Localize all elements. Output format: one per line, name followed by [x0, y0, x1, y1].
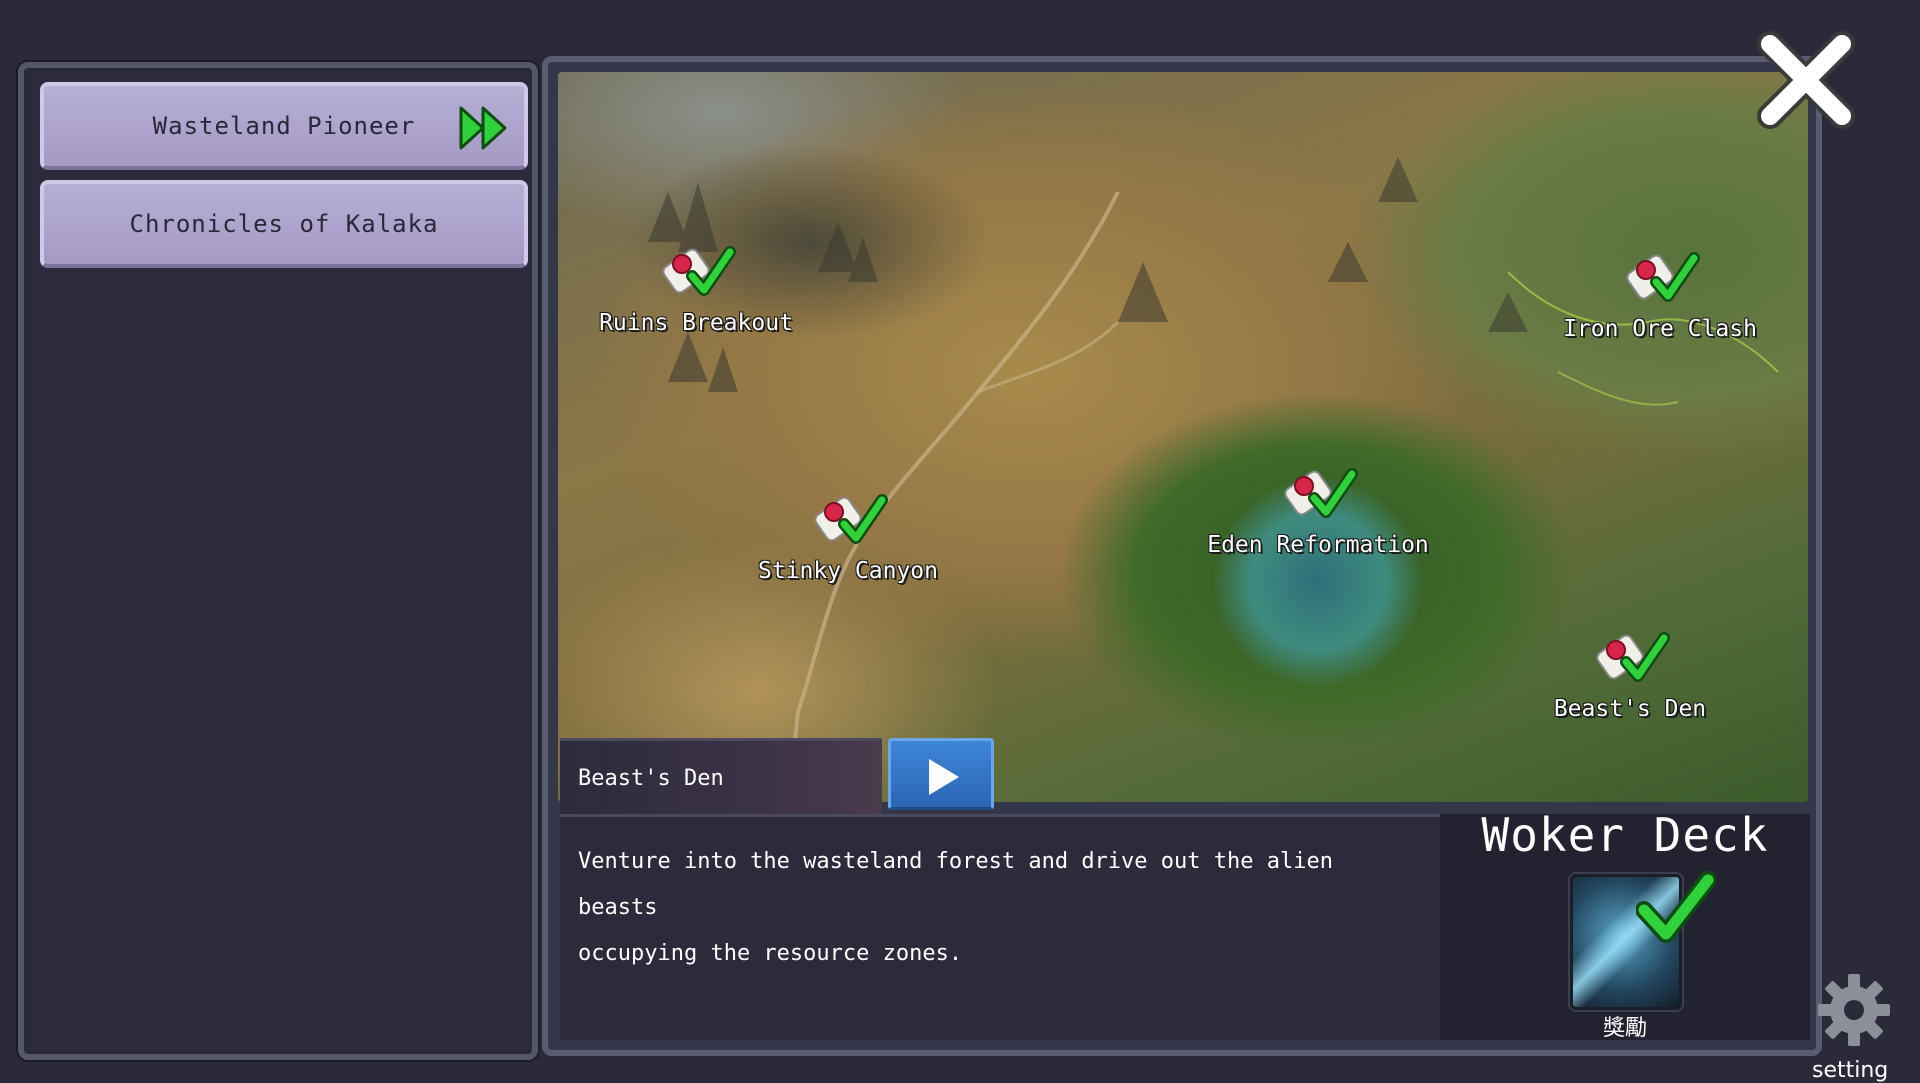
description-line: Venture into the wasteland forest and dr…	[578, 849, 1333, 920]
stage-description: Venture into the wasteland forest and dr…	[560, 814, 1440, 1040]
map-marker-iron-ore-clash[interactable]: Iron Ore Clash	[1563, 252, 1757, 342]
selected-stage-name: Beast's Den	[560, 738, 882, 816]
completed-scroll-icon	[662, 246, 736, 296]
marker-label: Ruins Breakout	[599, 310, 793, 336]
completed-scroll-icon	[1626, 252, 1700, 302]
reward-label: 獎勵	[1602, 1016, 1647, 1041]
completed-scroll-icon	[1284, 468, 1358, 518]
map-marker-eden-reformation[interactable]: Eden Reformation	[1207, 468, 1429, 558]
marker-label: Stinky Canyon	[757, 558, 938, 584]
chapter-label: Wasteland Pioneer	[152, 112, 416, 140]
world-map: Ruins Breakout Iron Ore Clash Stinky Can…	[558, 72, 1808, 802]
play-icon	[929, 759, 959, 795]
chapter-label: Chronicles of Kalaka	[129, 210, 439, 238]
check-icon	[1636, 871, 1716, 943]
completed-scroll-icon	[814, 494, 888, 544]
play-button[interactable]	[888, 738, 994, 810]
chapter-button-chronicles-of-kalaka[interactable]: Chronicles of Kalaka	[40, 180, 528, 268]
map-marker-ruins-breakout[interactable]: Ruins Breakout	[599, 246, 793, 336]
map-frame: Ruins Breakout Iron Ore Clash Stinky Can…	[542, 56, 1822, 1056]
marker-label: Beast's Den	[1553, 696, 1707, 722]
chapter-button-wasteland-pioneer[interactable]: Wasteland Pioneer	[40, 82, 528, 170]
close-icon[interactable]	[1754, 28, 1858, 132]
selected-stage-label: Beast's Den	[578, 766, 724, 791]
map-marker-beasts-den[interactable]: Beast's Den	[1554, 632, 1706, 722]
chapter-list-panel: Wasteland Pioneer Chronicles of Kalaka	[18, 62, 538, 1060]
gear-icon[interactable]	[1814, 970, 1894, 1050]
fast-forward-icon	[459, 106, 507, 150]
map-marker-stinky-canyon[interactable]: Stinky Canyon	[758, 494, 938, 584]
setting-label[interactable]: setting	[1812, 1058, 1888, 1083]
description-line: occupying the resource zones.	[578, 941, 963, 966]
reward-panel: Woker Deck 獎勵	[1440, 808, 1810, 1041]
completed-scroll-icon	[1596, 632, 1670, 682]
marker-label: Eden Reformation	[1207, 532, 1429, 558]
reward-title: Woker Deck	[1481, 808, 1769, 862]
map-terrain-decoration	[648, 157, 1779, 802]
marker-label: Iron Ore Clash	[1563, 316, 1757, 342]
